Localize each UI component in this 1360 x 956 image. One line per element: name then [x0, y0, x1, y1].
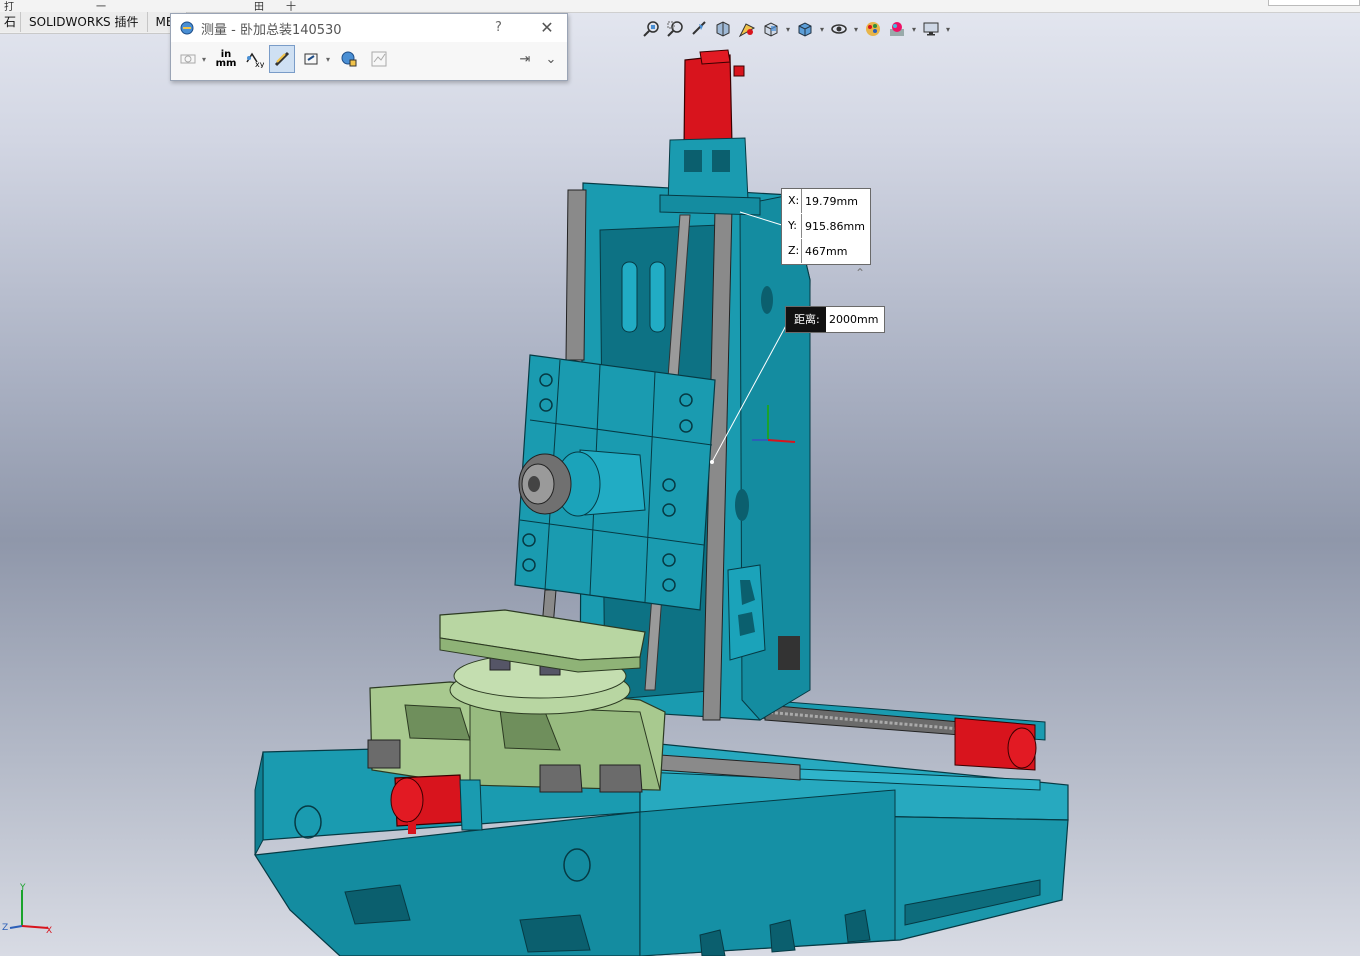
projection-icon[interactable]	[299, 46, 323, 72]
chevron-up-icon[interactable]: ⌃	[855, 266, 865, 280]
help-button[interactable]: ?	[495, 20, 502, 35]
units-precision-button[interactable]: in mm	[213, 46, 239, 72]
spindle-headstock	[514, 354, 716, 611]
distance-callout: 距离: 2000mm	[785, 306, 885, 333]
point-to-point-icon[interactable]	[269, 45, 295, 73]
coord-row-x: X: 19.79mm	[782, 189, 870, 213]
chevron-down-icon[interactable]: ▾	[910, 25, 918, 34]
coord-y-value: 915.86mm	[805, 219, 865, 233]
top-menu-strip: 打 一 田 十	[0, 0, 1360, 13]
measure-app-icon	[180, 21, 194, 35]
menu-fragment[interactable]: 田	[254, 0, 264, 13]
triad-y-label: Y	[19, 883, 26, 893]
menu-fragment[interactable]: 十	[286, 0, 296, 13]
chevron-down-icon[interactable]: ▾	[199, 46, 209, 72]
coord-z-label: Z:	[782, 239, 802, 263]
coord-z-value: 467mm	[805, 244, 848, 258]
chevron-down-icon[interactable]: ▾	[323, 46, 333, 72]
chevron-down-icon[interactable]: ▾	[852, 25, 860, 34]
show-xyz-measurements-icon[interactable]: xyz	[241, 46, 267, 72]
measurement-history-icon[interactable]	[337, 46, 361, 72]
view-triad: Y X Z	[2, 883, 52, 936]
model-viewport[interactable]	[0, 34, 1360, 956]
measure-dialog: 测量 - 卧加总装140530 ? ✕ ▾ inmm xyz ▾ ⇥ ⌄	[170, 13, 568, 81]
y-axis-motor	[659, 49, 761, 216]
measure-titlebar[interactable]: 测量 - 卧加总装140530 ? ✕	[171, 14, 567, 42]
distance-value: 2000mm	[829, 313, 879, 326]
coord-y-label: Y:	[782, 214, 802, 238]
units-mm-label: mm	[215, 58, 237, 69]
measure-toolbar: ▾ inmm xyz ▾ ⇥ ⌄	[171, 42, 567, 76]
chevron-down-icon[interactable]: ▾	[818, 25, 826, 34]
triad-x-label: X	[46, 926, 52, 936]
svg-text:xyz: xyz	[255, 60, 264, 68]
close-button[interactable]: ✕	[537, 18, 557, 37]
point-coordinate-callout: X: 19.79mm Y: 915.86mm Z: 467mm	[781, 188, 871, 265]
chevron-down-icon[interactable]: ▾	[944, 25, 952, 34]
coord-row-z: Z: 467mm	[782, 239, 870, 263]
chevron-down-icon[interactable]: ▾	[784, 25, 792, 34]
create-sensor-icon[interactable]	[367, 46, 391, 72]
coord-x-label: X:	[782, 189, 802, 213]
distance-label: 距离:	[786, 307, 826, 332]
rotary-table	[367, 609, 666, 793]
measure-dialog-title: 测量 - 卧加总装140530	[201, 22, 342, 38]
tab-solidworks-addins[interactable]: SOLIDWORKS 插件	[21, 12, 148, 32]
coord-x-value: 19.79mm	[805, 194, 858, 208]
search-box[interactable]	[1268, 0, 1360, 6]
expand-dialog-button[interactable]: ⌄	[541, 46, 561, 72]
pin-dialog-button[interactable]: ⇥	[515, 46, 535, 72]
coord-row-y: Y: 915.86mm	[782, 214, 870, 238]
triad-z-label: Z	[2, 923, 8, 933]
tab-partial[interactable]: 石	[0, 12, 22, 32]
arc-circle-measure-icon[interactable]	[177, 46, 199, 72]
command-manager-tabs: 石 SOLIDWORKS 插件 MBI	[0, 12, 187, 34]
